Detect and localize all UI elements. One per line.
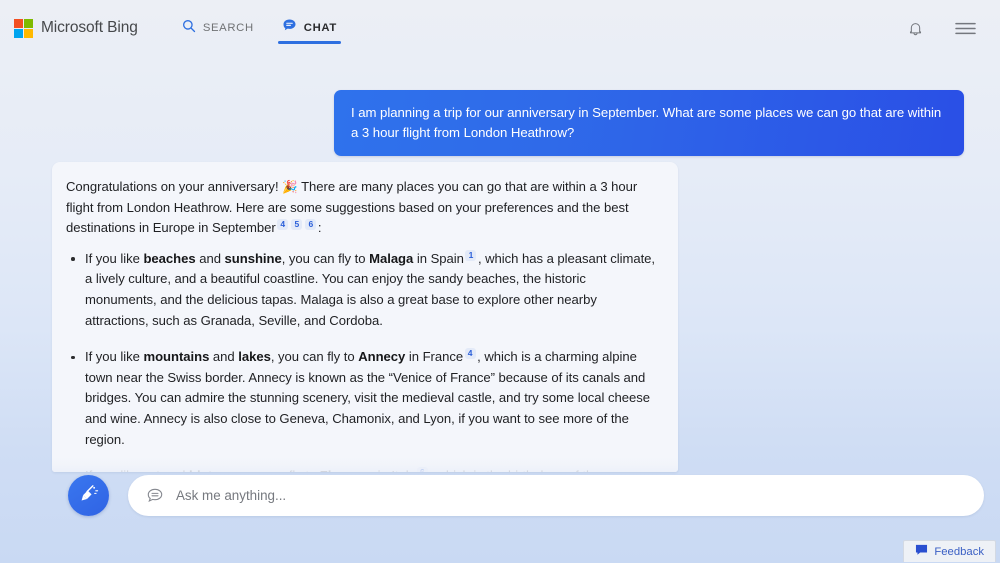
bullet-2-bold-3: Annecy xyxy=(358,349,406,365)
bing-brand[interactable]: Microsoft Bing xyxy=(14,18,138,38)
tab-chat-label: CHAT xyxy=(303,22,337,34)
bullet-1-mid-2: , you can fly to xyxy=(281,250,370,266)
tab-chat[interactable]: CHAT xyxy=(268,0,351,56)
conversation-area: I am planning a trip for our anniversary… xyxy=(0,56,1000,472)
tab-search-label: SEARCH xyxy=(202,22,254,34)
chat-lines-icon xyxy=(146,487,164,505)
tab-active-underline xyxy=(277,41,341,44)
bullet-2-mid-3: in France xyxy=(405,349,464,365)
microsoft-logo-icon xyxy=(14,18,33,38)
user-message-bubble: I am planning a trip for our anniversary… xyxy=(334,90,964,156)
bullet-1-bold-2: sunshine xyxy=(224,250,282,266)
answer-intro-paragraph: Congratulations on your anniversary! 🎉 T… xyxy=(66,177,660,239)
hamburger-menu-icon[interactable] xyxy=(952,15,978,41)
broom-icon xyxy=(78,482,100,509)
citation-ref-6[interactable]: 6 xyxy=(305,219,317,231)
feedback-bubble-icon xyxy=(915,543,928,561)
citation-ref-6-bullet[interactable]: 6 xyxy=(416,467,428,472)
bullet-1-bold-1: beaches xyxy=(143,250,196,266)
intro-text-part1: Congratulations on your anniversary! xyxy=(66,179,279,194)
suggestions-list: If you like beaches and sunshine, you ca… xyxy=(66,249,660,472)
bullet-3-mid-1: and xyxy=(160,468,189,472)
brand-name: Microsoft Bing xyxy=(41,19,138,36)
header-nav-tabs: SEARCH CHAT xyxy=(168,0,351,56)
bullet-1-bold-3: Malaga xyxy=(369,250,414,266)
feedback-label: Feedback xyxy=(934,545,984,558)
notifications-bell-icon[interactable] xyxy=(902,15,928,41)
feedback-button[interactable]: Feedback xyxy=(903,540,996,562)
composer-bar xyxy=(68,475,984,516)
citation-ref-5[interactable]: 5 xyxy=(291,219,303,231)
citation-ref-4[interactable]: 4 xyxy=(277,219,289,231)
composer-input-wrapper[interactable] xyxy=(128,475,984,516)
party-popper-emoji: 🎉 xyxy=(282,180,298,194)
list-item: If you like art and history, you can fly… xyxy=(66,466,660,472)
bullet-2-bold-1: mountains xyxy=(143,349,210,365)
bullet-1-lead: If you like xyxy=(85,250,144,266)
header-actions xyxy=(902,15,978,41)
intro-suffix: : xyxy=(317,220,322,236)
new-topic-broom-button[interactable] xyxy=(68,475,109,516)
citation-ref-1[interactable]: 1 xyxy=(465,249,477,261)
bullet-3-mid-3: in Italy xyxy=(374,468,416,472)
tab-search[interactable]: SEARCH xyxy=(168,0,268,56)
bullet-3-mid-2: , you can fly to xyxy=(232,468,319,472)
user-message-row: I am planning a trip for our anniversary… xyxy=(334,90,964,156)
bullet-2-mid-2: , you can fly to xyxy=(270,349,359,365)
search-icon xyxy=(182,19,196,38)
bullet-3-bold-2: history xyxy=(189,468,232,472)
chat-bubble-icon xyxy=(282,18,297,38)
assistant-answer-text: Congratulations on your anniversary! 🎉 T… xyxy=(66,177,660,472)
citation-ref-4-bullet[interactable]: 4 xyxy=(464,348,476,360)
app-header: Microsoft Bing SEARCH CHAT xyxy=(0,0,1000,56)
bullet-1-mid-1: and xyxy=(195,250,225,266)
assistant-answer-card: Congratulations on your anniversary! 🎉 T… xyxy=(52,162,678,472)
list-item: If you like mountains and lakes, you can… xyxy=(66,347,660,450)
bullet-3-bold-3: Florence xyxy=(320,468,374,472)
composer-input[interactable] xyxy=(176,488,966,503)
bullet-1-mid-3: in Spain xyxy=(413,250,464,266)
bullet-2-lead: If you like xyxy=(85,349,144,365)
bullet-3-lead: If you like xyxy=(85,468,143,472)
bullet-2-mid-1: and xyxy=(209,349,239,365)
bullet-2-bold-2: lakes xyxy=(238,349,271,365)
list-item: If you like beaches and sunshine, you ca… xyxy=(66,249,660,331)
bullet-3-bold-1: art xyxy=(143,468,160,472)
